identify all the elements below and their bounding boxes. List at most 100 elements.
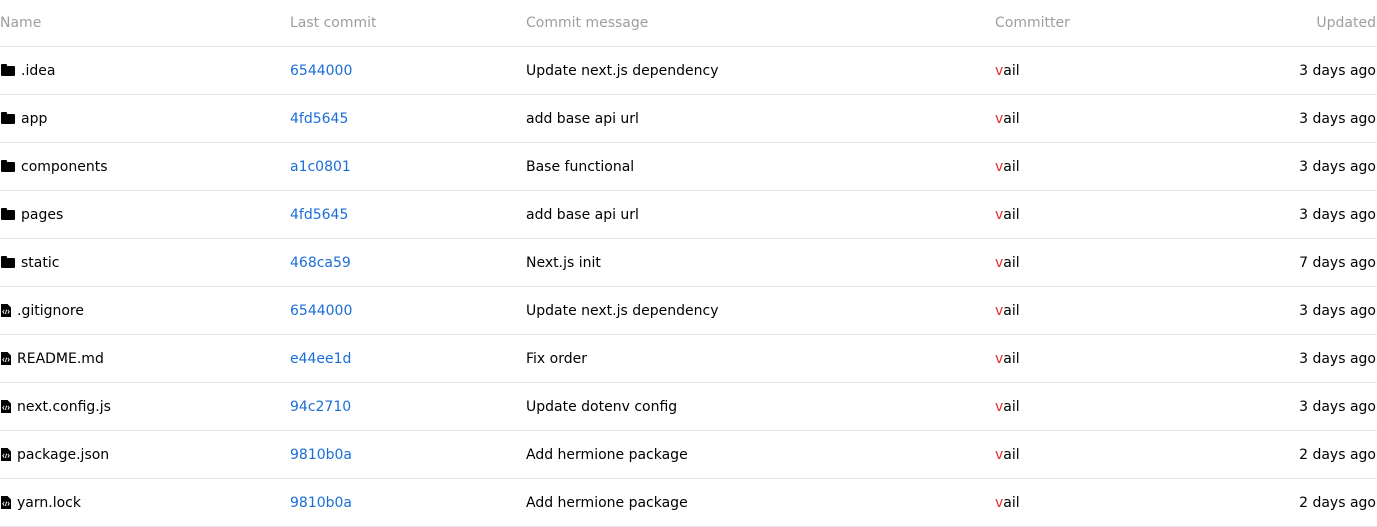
file-name[interactable]: next.config.js bbox=[17, 399, 111, 415]
table-row[interactable]: yarn.lock 9810b0a Add hermione package v… bbox=[0, 479, 1377, 527]
commit-message: Add hermione package bbox=[526, 446, 688, 463]
table-row[interactable]: components a1c0801 Base functional v ail … bbox=[0, 143, 1377, 191]
committer-initial: v bbox=[995, 254, 1004, 271]
table-header: Name Last commit Commit message Committe… bbox=[0, 0, 1377, 47]
committer-name-rest: ail bbox=[1003, 206, 1020, 223]
file-name-cell[interactable]: next.config.js bbox=[0, 383, 111, 430]
commit-cell: 6544000 bbox=[290, 287, 352, 334]
file-name[interactable]: README.md bbox=[17, 351, 104, 367]
committer[interactable]: v ail bbox=[995, 47, 1020, 94]
committer[interactable]: v ail bbox=[995, 287, 1020, 334]
file-name-cell[interactable]: pages bbox=[0, 191, 63, 238]
file-name[interactable]: pages bbox=[21, 207, 63, 223]
column-header-name[interactable]: Name bbox=[0, 0, 41, 48]
folder-icon bbox=[1, 207, 15, 220]
updated-time: 7 days ago bbox=[1299, 254, 1376, 271]
commit-message: Update dotenv config bbox=[526, 398, 678, 415]
file-name[interactable]: package.json bbox=[17, 447, 109, 463]
table-row[interactable]: static 468ca59 Next.js init v ail 7 days … bbox=[0, 239, 1377, 287]
commit-hash-link[interactable]: 4fd5645 bbox=[290, 111, 348, 127]
file-code-icon bbox=[1, 352, 11, 365]
file-name-cell[interactable]: .idea bbox=[0, 47, 55, 94]
commit-message: Next.js init bbox=[526, 254, 601, 271]
file-name[interactable]: .idea bbox=[21, 63, 55, 79]
commit-hash-link[interactable]: e44ee1d bbox=[290, 351, 351, 367]
committer[interactable]: v ail bbox=[995, 239, 1020, 286]
file-name[interactable]: components bbox=[21, 159, 108, 175]
committer-name-rest: ail bbox=[1003, 494, 1020, 511]
file-name[interactable]: static bbox=[21, 255, 59, 271]
table-body: .idea 6544000 Update next.js dependency … bbox=[0, 47, 1377, 527]
committer-name-rest: ail bbox=[1003, 302, 1020, 319]
folder-icon bbox=[1, 255, 15, 268]
file-code-icon bbox=[1, 448, 11, 461]
committer-initial: v bbox=[995, 446, 1004, 463]
committer-name-rest: ail bbox=[1003, 158, 1020, 175]
commit-message: Fix order bbox=[526, 350, 587, 367]
committer-name-rest: ail bbox=[1003, 62, 1020, 79]
updated-time: 3 days ago bbox=[1299, 62, 1376, 79]
committer[interactable]: v ail bbox=[995, 383, 1020, 430]
commit-hash-link[interactable]: 468ca59 bbox=[290, 255, 351, 271]
committer-initial: v bbox=[995, 302, 1004, 319]
commit-hash-link[interactable]: 9810b0a bbox=[290, 495, 352, 511]
commit-cell: e44ee1d bbox=[290, 335, 351, 382]
updated-time: 3 days ago bbox=[1299, 158, 1376, 175]
file-name-cell[interactable]: static bbox=[0, 239, 59, 286]
committer[interactable]: v ail bbox=[995, 143, 1020, 190]
table-row[interactable]: package.json 9810b0a Add hermione packag… bbox=[0, 431, 1377, 479]
file-name[interactable]: yarn.lock bbox=[17, 495, 81, 511]
updated-time: 3 days ago bbox=[1299, 110, 1376, 127]
table-row[interactable]: .idea 6544000 Update next.js dependency … bbox=[0, 47, 1377, 95]
commit-hash-link[interactable]: 6544000 bbox=[290, 63, 352, 79]
committer[interactable]: v ail bbox=[995, 95, 1020, 142]
commit-hash-link[interactable]: 4fd5645 bbox=[290, 207, 348, 223]
commit-hash-link[interactable]: 9810b0a bbox=[290, 447, 352, 463]
file-name-cell[interactable]: package.json bbox=[0, 431, 109, 478]
commit-message: Update next.js dependency bbox=[526, 302, 719, 319]
file-code-icon bbox=[1, 496, 11, 509]
committer[interactable]: v ail bbox=[995, 335, 1020, 382]
commit-cell: 9810b0a bbox=[290, 431, 352, 478]
file-name[interactable]: .gitignore bbox=[17, 303, 84, 319]
file-name[interactable]: app bbox=[21, 111, 47, 127]
commit-cell: 6544000 bbox=[290, 47, 352, 94]
file-name-cell[interactable]: app bbox=[0, 95, 47, 142]
committer-name-rest: ail bbox=[1003, 110, 1020, 127]
table-row[interactable]: next.config.js 94c2710 Update dotenv con… bbox=[0, 383, 1377, 431]
committer[interactable]: v ail bbox=[995, 431, 1020, 478]
file-table: Name Last commit Commit message Committe… bbox=[0, 0, 1377, 527]
commit-hash-link[interactable]: 94c2710 bbox=[290, 399, 351, 415]
folder-icon bbox=[1, 63, 15, 76]
table-row[interactable]: .gitignore 6544000 Update next.js depend… bbox=[0, 287, 1377, 335]
commit-cell: 4fd5645 bbox=[290, 191, 348, 238]
commit-cell: 9810b0a bbox=[290, 479, 352, 526]
column-header-updated: Updated bbox=[1316, 15, 1376, 31]
table-row[interactable]: app 4fd5645 add base api url v ail 3 days… bbox=[0, 95, 1377, 143]
commit-message: Add hermione package bbox=[526, 494, 688, 511]
updated-time: 3 days ago bbox=[1299, 302, 1376, 319]
updated-time: 3 days ago bbox=[1299, 398, 1376, 415]
committer-initial: v bbox=[995, 62, 1004, 79]
commit-cell: 94c2710 bbox=[290, 383, 351, 430]
committer[interactable]: v ail bbox=[995, 479, 1020, 526]
commit-cell: a1c0801 bbox=[290, 143, 351, 190]
commit-message: add base api url bbox=[526, 206, 639, 223]
commit-cell: 4fd5645 bbox=[290, 95, 348, 142]
commit-hash-link[interactable]: a1c0801 bbox=[290, 159, 351, 175]
committer[interactable]: v ail bbox=[995, 191, 1020, 238]
commit-message: Update next.js dependency bbox=[526, 62, 719, 79]
column-header-commit-message: Commit message bbox=[526, 15, 649, 31]
file-name-cell[interactable]: components bbox=[0, 143, 108, 190]
committer-initial: v bbox=[995, 398, 1004, 415]
file-name-cell[interactable]: README.md bbox=[0, 335, 104, 382]
table-row[interactable]: pages 4fd5645 add base api url v ail 3 da… bbox=[0, 191, 1377, 239]
commit-cell: 468ca59 bbox=[290, 239, 351, 286]
committer-name-rest: ail bbox=[1003, 350, 1020, 367]
committer-name-rest: ail bbox=[1003, 446, 1020, 463]
table-row[interactable]: README.md e44ee1d Fix order v ail 3 days … bbox=[0, 335, 1377, 383]
commit-message: Base functional bbox=[526, 158, 635, 175]
file-name-cell[interactable]: yarn.lock bbox=[0, 479, 81, 526]
commit-hash-link[interactable]: 6544000 bbox=[290, 303, 352, 319]
file-name-cell[interactable]: .gitignore bbox=[0, 287, 84, 334]
